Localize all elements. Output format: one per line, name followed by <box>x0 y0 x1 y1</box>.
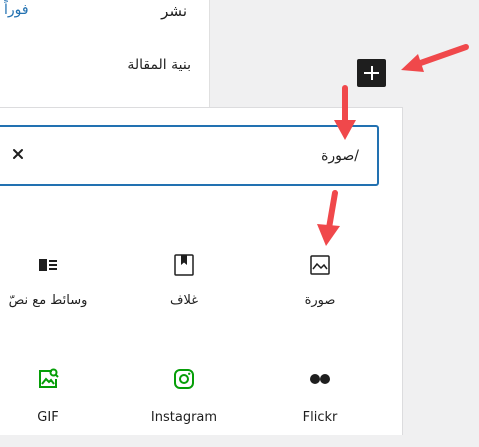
block-search-input[interactable] <box>38 141 361 171</box>
annotation-arrow-icon <box>401 44 469 72</box>
block-search-box <box>0 125 379 186</box>
block-flickr[interactable]: Flickr <box>272 367 368 447</box>
block-label: غلاف <box>169 293 199 308</box>
block-label: Instagram <box>150 410 218 425</box>
image-icon <box>310 255 330 275</box>
block-inserter-panel: صورة غلاف وسائط مع نصّ Flickr Instagram <box>0 107 403 435</box>
flickr-icon <box>310 374 330 384</box>
block-gif[interactable]: GIF <box>0 367 96 447</box>
add-block-button[interactable] <box>357 59 386 87</box>
close-icon[interactable] <box>10 146 26 162</box>
instagram-icon <box>174 369 194 389</box>
document-sidebar: نشر فوراً بنية المقالة <box>0 0 210 107</box>
media-text-icon <box>39 259 57 271</box>
block-label: GIF <box>37 410 59 425</box>
gif-icon <box>39 368 59 388</box>
publish-immediately-link[interactable]: فوراً <box>4 2 29 18</box>
cover-icon <box>174 254 194 276</box>
block-instagram[interactable]: Instagram <box>136 367 232 447</box>
block-label: وسائط مع نصّ <box>8 293 88 308</box>
block-image[interactable]: صورة <box>272 253 368 333</box>
block-label: Flickr <box>302 410 338 425</box>
block-label: صورة <box>304 293 336 308</box>
post-structure-label[interactable]: بنية المقالة <box>127 57 191 73</box>
publish-label: نشر <box>161 2 187 20</box>
block-media-text[interactable]: وسائط مع نصّ <box>0 253 96 333</box>
block-cover[interactable]: غلاف <box>136 253 232 333</box>
